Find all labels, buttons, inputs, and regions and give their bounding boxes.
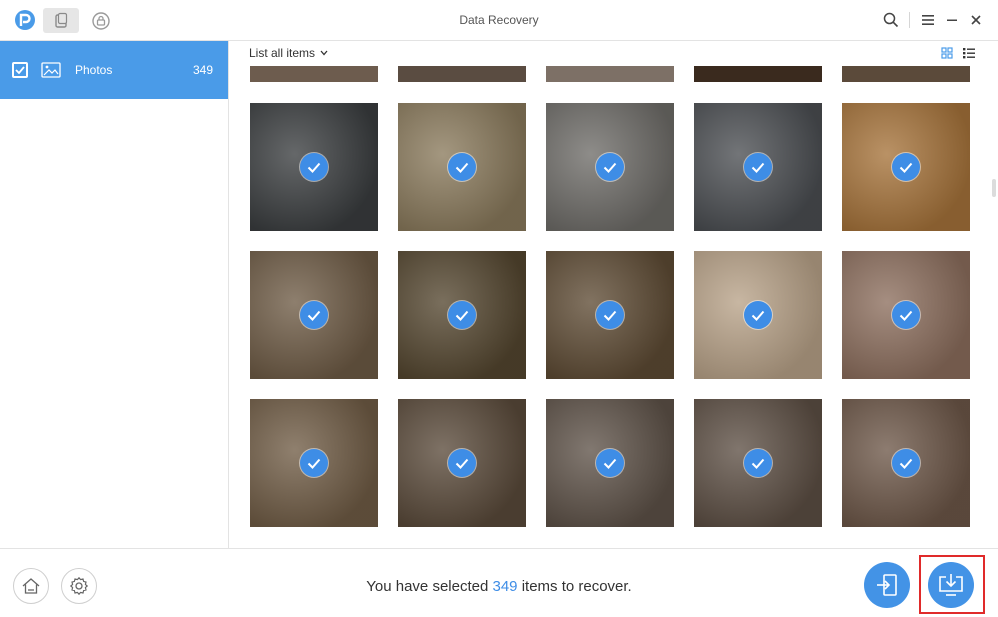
- minimize-icon: [947, 19, 957, 21]
- list-filter-dropdown[interactable]: List all items: [249, 46, 328, 60]
- thumbnail-partial[interactable]: [694, 66, 822, 82]
- list-view-icon[interactable]: [962, 46, 976, 60]
- sidebar-item-label: Photos: [75, 63, 113, 77]
- selected-check-icon: [892, 449, 920, 477]
- selected-check-icon: [744, 153, 772, 181]
- list-filter-label: List all items: [249, 46, 316, 60]
- photo-thumbnail[interactable]: [398, 103, 526, 231]
- photo-thumbnail[interactable]: [694, 103, 822, 231]
- photo-thumbnail[interactable]: [842, 399, 970, 527]
- status-suffix: items to recover.: [521, 578, 632, 595]
- hamburger-menu-icon: [922, 15, 934, 25]
- checkmark-icon: [15, 66, 25, 74]
- sidebar-item-photos[interactable]: Photos 349: [0, 41, 228, 99]
- title-bar: Data Recovery: [0, 0, 998, 41]
- photo-thumbnail[interactable]: [398, 399, 526, 527]
- selected-check-icon: [448, 301, 476, 329]
- status-prefix: You have selected: [366, 578, 489, 595]
- export-to-device-icon: [877, 574, 897, 596]
- photo-thumbnail[interactable]: [694, 399, 822, 527]
- photo-thumbnail[interactable]: [546, 103, 674, 231]
- menu-button[interactable]: [916, 9, 940, 31]
- close-icon: [971, 15, 981, 25]
- thumbnail-partial[interactable]: [546, 66, 674, 82]
- vertical-scrollbar[interactable]: [992, 179, 996, 197]
- selected-check-icon: [448, 153, 476, 181]
- selected-check-icon: [300, 449, 328, 477]
- photo-thumbnail[interactable]: [250, 103, 378, 231]
- thumbnail-partial[interactable]: [250, 66, 378, 82]
- selected-check-icon: [596, 301, 624, 329]
- selected-check-icon: [596, 449, 624, 477]
- export-to-device-button[interactable]: [864, 562, 910, 608]
- selected-check-icon: [300, 301, 328, 329]
- photo-thumbnail[interactable]: [694, 251, 822, 379]
- grid-view-icon[interactable]: [940, 46, 954, 60]
- thumbnail-grid: [229, 66, 998, 548]
- photo-thumbnail[interactable]: [546, 399, 674, 527]
- search-icon: [883, 12, 899, 28]
- category-sidebar: Photos 349: [0, 41, 229, 548]
- selected-check-icon: [892, 301, 920, 329]
- photos-checkbox[interactable]: [12, 62, 28, 78]
- minimize-button[interactable]: [940, 9, 964, 31]
- selected-check-icon: [744, 301, 772, 329]
- photo-thumbnail[interactable]: [398, 251, 526, 379]
- window-title: Data Recovery: [459, 13, 539, 27]
- chevron-down-icon: [320, 50, 328, 56]
- selected-check-icon: [892, 153, 920, 181]
- selected-check-icon: [744, 449, 772, 477]
- photo-thumbnail[interactable]: [250, 251, 378, 379]
- main-content: List all items: [229, 41, 998, 548]
- selected-check-icon: [300, 153, 328, 181]
- image-icon: [41, 62, 61, 78]
- selected-count: 349: [492, 578, 518, 595]
- footer-bar: You have selected 349 items to recover.: [0, 548, 998, 617]
- list-header: List all items: [229, 41, 998, 66]
- photo-thumbnail[interactable]: [842, 251, 970, 379]
- photo-thumbnail[interactable]: [546, 251, 674, 379]
- selected-check-icon: [448, 449, 476, 477]
- highlight-box: [919, 555, 985, 614]
- thumbnail-partial[interactable]: [842, 66, 970, 82]
- toolbar-divider: [909, 12, 910, 28]
- selected-check-icon: [596, 153, 624, 181]
- photo-thumbnail[interactable]: [250, 399, 378, 527]
- sidebar-item-count: 349: [192, 63, 213, 77]
- close-button[interactable]: [964, 9, 988, 31]
- search-button[interactable]: [879, 9, 903, 31]
- photo-thumbnail[interactable]: [842, 103, 970, 231]
- selection-status: You have selected 349 items to recover.: [0, 578, 998, 595]
- thumbnail-partial[interactable]: [398, 66, 526, 82]
